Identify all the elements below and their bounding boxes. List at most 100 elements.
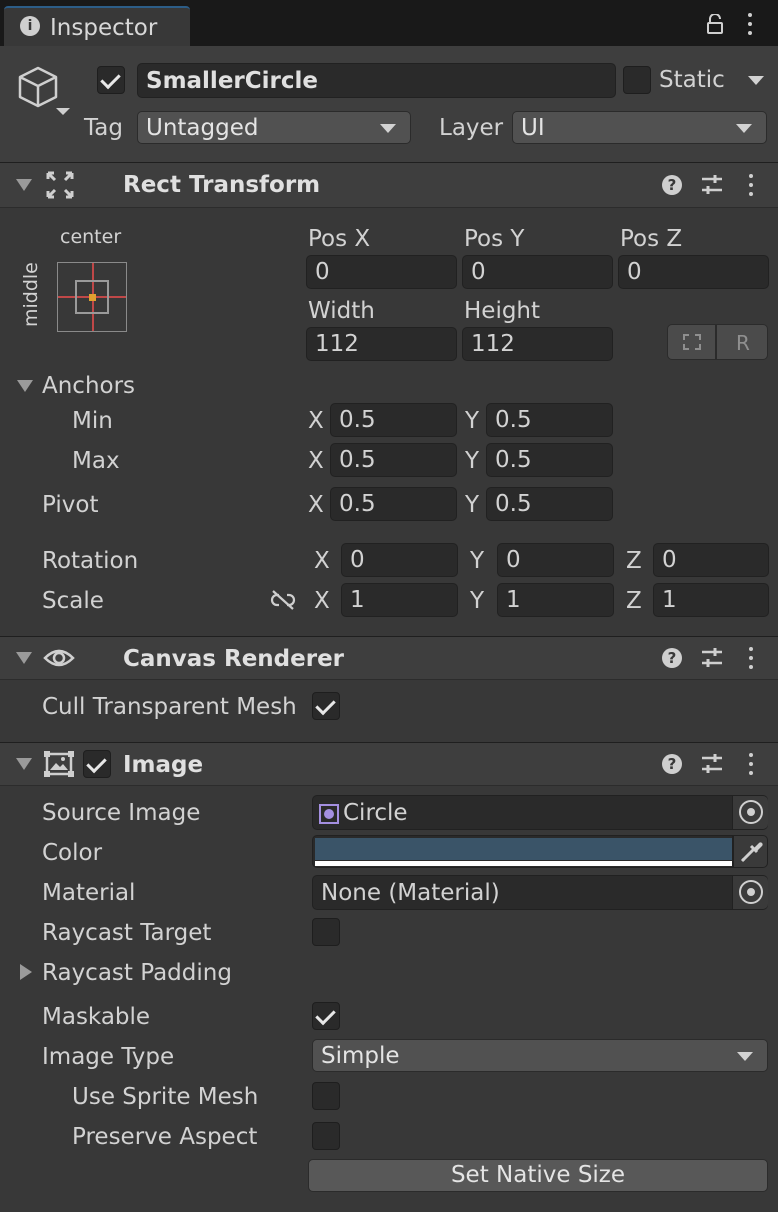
- collapse-triangle-icon[interactable]: [16, 652, 32, 664]
- image-title: Image: [123, 752, 204, 778]
- preserve-aspect-checkbox[interactable]: [312, 1122, 340, 1150]
- static-dropdown-icon[interactable]: [748, 76, 764, 85]
- blueprint-mode-button[interactable]: [667, 324, 716, 360]
- source-image-field[interactable]: Circle: [312, 795, 768, 830]
- pos-z-field[interactable]: 0: [618, 255, 769, 289]
- lock-icon[interactable]: [706, 13, 724, 34]
- alpha-bar: [315, 861, 732, 866]
- cull-transparent-mesh-checkbox[interactable]: [312, 692, 340, 720]
- chevron-down-icon: [737, 1051, 753, 1061]
- pos-y-field[interactable]: 0: [462, 255, 613, 289]
- collapse-triangle-icon[interactable]: [16, 758, 32, 770]
- min-y-field[interactable]: 0.5: [486, 403, 613, 437]
- source-image-value: Circle: [343, 799, 408, 826]
- rot-y-label[interactable]: Y: [470, 550, 484, 573]
- anchor-preset-h-label: center: [60, 226, 122, 248]
- pivot-label: Pivot: [42, 492, 99, 518]
- pivot-y-label[interactable]: Y: [465, 494, 479, 517]
- scale-z-field[interactable]: 1: [653, 583, 769, 617]
- anchors-label[interactable]: Anchors: [42, 375, 135, 398]
- pivot-y-field[interactable]: 0.5: [486, 487, 613, 521]
- tag-dropdown[interactable]: Untagged: [137, 111, 411, 144]
- tab-menu-icon[interactable]: [748, 13, 752, 35]
- pos-x-field[interactable]: 0: [306, 255, 457, 289]
- scale-y-label[interactable]: Y: [470, 590, 484, 613]
- scale-z-label[interactable]: Z: [626, 590, 642, 613]
- eye-icon: [43, 646, 75, 670]
- layer-value: UI: [521, 114, 545, 141]
- pivot-x-label[interactable]: X: [308, 494, 324, 517]
- rot-z-field[interactable]: 0: [653, 543, 769, 577]
- eyedropper-button[interactable]: [733, 835, 768, 868]
- static-label: Static: [659, 67, 725, 93]
- static-checkbox[interactable]: [623, 66, 651, 94]
- component-menu-icon[interactable]: [749, 753, 753, 775]
- layer-dropdown[interactable]: UI: [512, 111, 767, 144]
- rect-transform-title: Rect Transform: [123, 172, 321, 198]
- min-x-field[interactable]: 0.5: [330, 403, 457, 437]
- image-type-dropdown[interactable]: Simple: [312, 1039, 768, 1072]
- use-sprite-mesh-checkbox[interactable]: [312, 1082, 340, 1110]
- image-enabled-checkbox[interactable]: [83, 750, 111, 778]
- max-x-label[interactable]: X: [308, 450, 324, 473]
- rot-z-label[interactable]: Z: [626, 550, 642, 573]
- presets-icon[interactable]: [702, 174, 722, 196]
- component-menu-icon[interactable]: [749, 174, 753, 196]
- rot-x-field[interactable]: 0: [341, 543, 458, 577]
- collapse-triangle-icon[interactable]: [16, 179, 32, 191]
- anchors-foldout-icon[interactable]: [17, 380, 33, 392]
- use-sprite-mesh-label: Use Sprite Mesh: [72, 1084, 259, 1110]
- max-y-field[interactable]: 0.5: [486, 443, 613, 477]
- gameobject-cube-icon[interactable]: [14, 64, 70, 120]
- presets-icon[interactable]: [702, 647, 722, 669]
- help-icon[interactable]: ?: [662, 754, 682, 774]
- max-label: Max: [72, 448, 120, 474]
- raycast-padding-foldout-icon[interactable]: [20, 964, 32, 980]
- component-menu-icon[interactable]: [749, 647, 753, 669]
- raw-edit-button[interactable]: R: [716, 324, 768, 360]
- maskable-label: Maskable: [42, 1004, 151, 1030]
- object-name-field[interactable]: SmallerCircle: [137, 63, 616, 98]
- rotation-label: Rotation: [42, 548, 139, 574]
- pivot-x-field[interactable]: 0.5: [330, 487, 457, 521]
- color-label: Color: [42, 840, 103, 866]
- tab-inspector[interactable]: i Inspector: [4, 6, 190, 46]
- min-x-label[interactable]: X: [308, 410, 324, 433]
- rot-x-label[interactable]: X: [314, 550, 330, 573]
- source-image-label: Source Image: [42, 800, 201, 826]
- help-icon[interactable]: ?: [662, 648, 682, 668]
- height-field[interactable]: 112: [462, 327, 613, 361]
- constrain-proportions-icon[interactable]: [270, 589, 296, 611]
- max-y-label[interactable]: Y: [465, 450, 479, 473]
- scale-x-label[interactable]: X: [314, 590, 330, 613]
- source-image-picker[interactable]: [732, 796, 768, 829]
- help-icon[interactable]: ?: [662, 175, 682, 195]
- set-native-size-button[interactable]: Set Native Size: [308, 1159, 768, 1192]
- max-x-field[interactable]: 0.5: [330, 443, 457, 477]
- color-swatch[interactable]: [312, 835, 733, 868]
- width-field[interactable]: 112: [306, 327, 457, 361]
- material-field[interactable]: None (Material): [312, 875, 768, 910]
- active-checkbox[interactable]: [97, 66, 125, 94]
- info-icon: i: [20, 16, 40, 36]
- material-picker[interactable]: [732, 876, 768, 909]
- pos-y-label: Pos Y: [464, 226, 525, 252]
- rot-y-field[interactable]: 0: [497, 543, 614, 577]
- presets-icon[interactable]: [702, 753, 722, 775]
- maskable-checkbox[interactable]: [312, 1002, 340, 1030]
- chevron-down-icon: [736, 123, 752, 133]
- color-swatch-fill: [315, 838, 732, 860]
- layer-label: Layer: [439, 115, 504, 141]
- height-label: Height: [464, 298, 541, 324]
- min-y-label[interactable]: Y: [465, 410, 479, 433]
- anchor-presets-button[interactable]: [57, 262, 127, 332]
- sprite-icon: [319, 804, 339, 824]
- raycast-target-label: Raycast Target: [42, 920, 212, 946]
- tab-title: Inspector: [50, 15, 158, 41]
- raycast-target-checkbox[interactable]: [312, 918, 340, 946]
- tag-label: Tag: [84, 115, 123, 141]
- raycast-padding-label[interactable]: Raycast Padding: [42, 962, 232, 985]
- image-component-icon: [44, 751, 74, 777]
- scale-x-field[interactable]: 1: [341, 583, 458, 617]
- scale-y-field[interactable]: 1: [497, 583, 614, 617]
